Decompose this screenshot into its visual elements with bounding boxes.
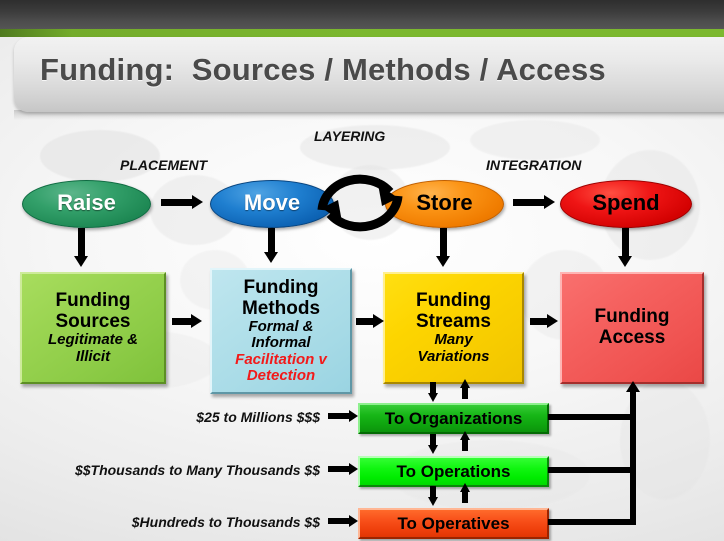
stage-label-layering: LAYERING	[314, 128, 386, 144]
stage-ellipse-spend[interactable]: Spend	[560, 180, 692, 228]
stage-label-integration: INTEGRATION	[486, 157, 582, 173]
arrow-store-to-spend-head	[544, 195, 555, 209]
arrow-amount-orgs-line	[328, 413, 350, 419]
box-funding-access-title-2: Access	[598, 327, 666, 348]
arrow-sources-to-methods-head	[191, 314, 202, 328]
layering-cycle-icon	[312, 162, 408, 244]
flow-bar-to-operations[interactable]: To Operations	[358, 456, 549, 487]
stage-ellipse-spend-label: Spend	[592, 190, 660, 215]
arrow-raise-to-move-line	[161, 199, 193, 206]
return-line-ops	[548, 467, 636, 473]
arrow-store-to-streams-head	[436, 256, 450, 267]
box-funding-sources[interactable]: Funding Sources Legitimate & Illicit	[20, 272, 166, 384]
stage-ellipse-raise-label: Raise	[57, 190, 116, 215]
box-funding-methods-sub-red-1: Facilitation v	[235, 350, 327, 368]
return-line-operatives	[548, 519, 636, 525]
arrow-store-to-streams-line	[440, 228, 447, 258]
flow-bar-to-organizations[interactable]: To Organizations	[358, 403, 549, 434]
flow-bar-to-organizations-label: To Organizations	[384, 408, 523, 428]
box-funding-methods-sub-2: Informal	[251, 334, 311, 352]
arrow-streams-to-access-head	[547, 314, 558, 328]
box-funding-sources-title-2: Sources	[55, 310, 131, 332]
arrow-spend-to-access-head	[618, 256, 632, 267]
box-funding-methods-sub-red-2: Detection	[246, 366, 316, 384]
stage-ellipse-move-label: Move	[243, 190, 301, 215]
arrow-amount-ops-head	[349, 463, 358, 475]
flow-amount-to-organizations: $25 to Millions $$$	[196, 409, 320, 425]
box-funding-sources-sub-2: Illicit	[75, 347, 111, 365]
arrow-ops-up-head	[459, 431, 470, 440]
arrow-methods-to-streams-head	[373, 314, 384, 328]
box-funding-streams[interactable]: Funding Streams Many Variations	[383, 272, 524, 384]
box-funding-streams-title-2: Streams	[416, 310, 491, 332]
box-funding-streams-sub-1: Many	[434, 331, 473, 349]
arrow-move-to-methods-line	[268, 228, 275, 254]
map-texture	[40, 130, 160, 182]
arrow-ops-down-head	[427, 497, 438, 506]
arrow-methods-to-streams-line	[356, 318, 374, 325]
box-funding-methods[interactable]: Funding Methods Formal & Informal Facili…	[210, 268, 352, 394]
arrow-sources-to-methods-line	[172, 318, 192, 325]
arrow-operatives-up-head	[459, 483, 470, 492]
map-texture	[470, 120, 600, 160]
stage-label-placement: PLACEMENT	[120, 157, 208, 173]
flow-bar-to-operations-label: To Operations	[396, 461, 511, 481]
slide-canvas: Funding: Sources / Methods / Access PLAC…	[0, 0, 724, 541]
arrow-raise-to-move-head	[192, 195, 203, 209]
return-line-orgs	[548, 414, 636, 420]
box-funding-methods-title-1: Funding	[243, 277, 319, 299]
flow-bar-to-operatives-label: To Operatives	[397, 513, 510, 533]
stage-ellipse-raise[interactable]: Raise	[22, 180, 151, 228]
arrow-spend-to-access-line	[622, 228, 629, 258]
box-funding-streams-sub-2: Variations	[417, 347, 490, 365]
flow-amount-to-operatives: $Hundreds to Thousands $$	[131, 514, 320, 530]
stage-ellipse-store-label: Store	[416, 190, 473, 215]
arrow-amount-operatives-head	[349, 515, 358, 527]
arrow-move-to-methods-head	[264, 252, 278, 263]
return-line-vertical	[630, 392, 636, 525]
arrow-store-to-spend-line	[513, 199, 545, 206]
arrow-amount-ops-line	[328, 466, 350, 472]
box-funding-methods-title-2: Methods	[241, 297, 321, 319]
box-funding-streams-title-1: Funding	[416, 290, 491, 312]
arrow-orgs-up-head	[459, 379, 470, 388]
box-funding-sources-sub-1: Legitimate &	[47, 331, 138, 349]
box-funding-access[interactable]: Funding Access	[560, 272, 704, 384]
box-funding-methods-sub-1: Formal &	[248, 318, 314, 336]
page-title: Funding: Sources / Methods / Access	[40, 52, 606, 87]
return-arrow-head-access	[626, 381, 640, 392]
arrow-amount-orgs-head	[349, 410, 358, 422]
flow-bar-to-operatives[interactable]: To Operatives	[358, 508, 549, 539]
arrow-streams-to-access-line	[530, 318, 548, 325]
arrow-amount-operatives-line	[328, 518, 350, 524]
header-dark-band	[0, 0, 724, 29]
arrow-raise-to-sources-line	[78, 228, 85, 258]
arrow-orgs-down-head	[427, 445, 438, 454]
header-accent-bar	[0, 29, 724, 37]
box-funding-access-title-1: Funding	[594, 306, 670, 328]
flow-amount-to-operations: $$Thousands to Many Thousands $$	[74, 462, 320, 478]
arrow-raise-to-sources-head	[74, 256, 88, 267]
box-funding-sources-title-1: Funding	[55, 290, 131, 312]
arrow-streams-down-head	[427, 393, 438, 402]
